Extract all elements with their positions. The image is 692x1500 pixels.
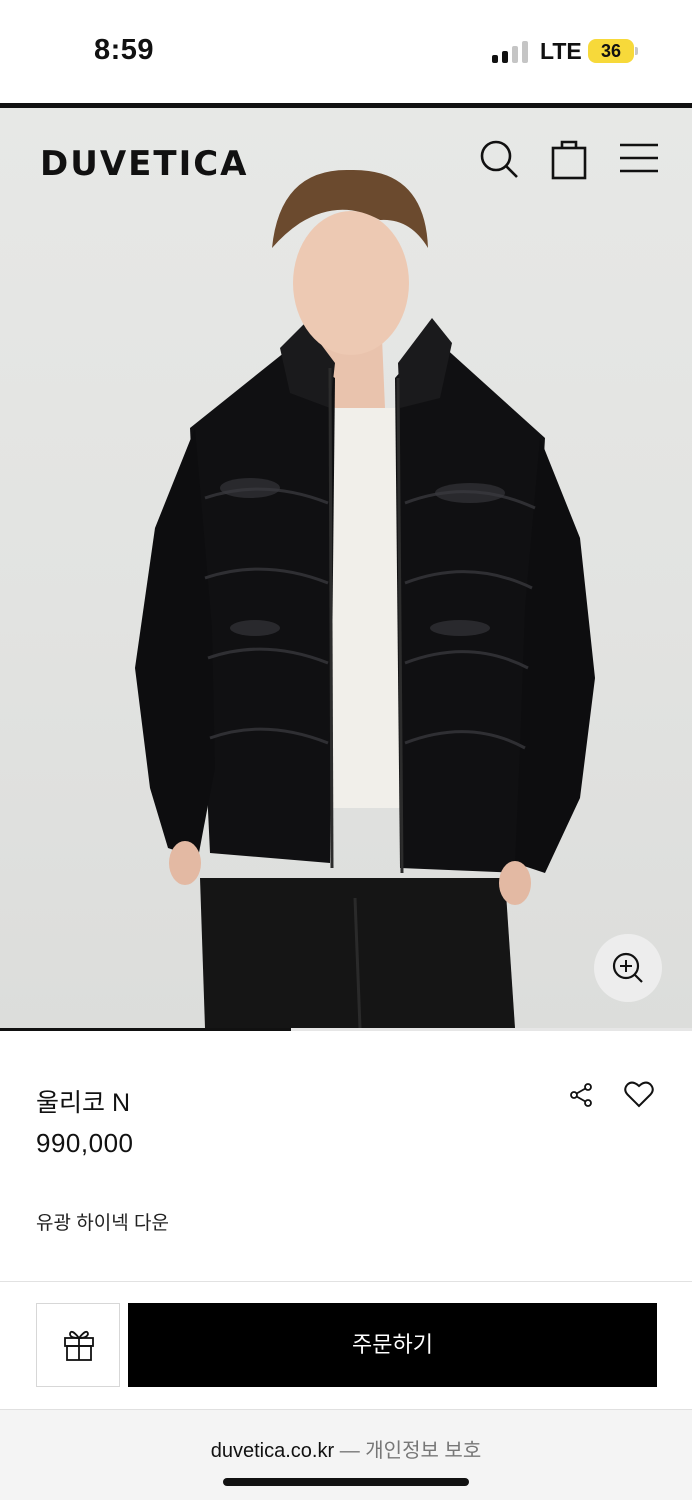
url-separator: — bbox=[334, 1440, 366, 1462]
network-type: LTE bbox=[540, 38, 582, 64]
heart-icon[interactable] bbox=[624, 1080, 654, 1113]
brand-logo[interactable]: DUVETICA bbox=[40, 144, 248, 184]
search-icon[interactable] bbox=[478, 138, 520, 185]
zoom-button[interactable] bbox=[594, 934, 662, 1002]
product-price: 990,000 bbox=[36, 1128, 134, 1158]
gallery-progress-fill bbox=[0, 1028, 291, 1031]
gift-icon bbox=[64, 1330, 94, 1361]
status-time: 8:59 bbox=[94, 34, 155, 66]
battery-indicator: 36 bbox=[588, 39, 634, 63]
shopping-bag-icon[interactable] bbox=[551, 138, 587, 185]
product-image[interactable]: DUVETICA bbox=[0, 108, 692, 1028]
product-photo bbox=[135, 169, 595, 1028]
order-button[interactable]: 주문하기 bbox=[128, 1303, 657, 1387]
share-icon[interactable] bbox=[568, 1082, 594, 1113]
gallery-progress bbox=[0, 1028, 692, 1031]
browser-url-bar[interactable]: duvetica.co.kr — 개인정보 보호 bbox=[0, 1409, 692, 1500]
status-bar: 8:59 LTE 36 bbox=[0, 0, 692, 104]
home-indicator[interactable] bbox=[223, 1478, 469, 1486]
signal-icon bbox=[492, 41, 528, 63]
url-text[interactable]: duvetica.co.kr — 개인정보 보호 bbox=[0, 1434, 692, 1463]
url-host: duvetica.co.kr bbox=[210, 1440, 335, 1462]
url-page-title: 개인정보 보호 bbox=[365, 1440, 482, 1462]
product-description: 유광 하이넥 다운 bbox=[36, 1213, 169, 1234]
gift-button[interactable] bbox=[36, 1303, 120, 1387]
zoom-in-icon bbox=[612, 952, 643, 983]
menu-icon[interactable] bbox=[620, 142, 658, 179]
battery-tip bbox=[635, 47, 638, 55]
product-name: 울리코 N bbox=[36, 1089, 131, 1117]
section-divider bbox=[0, 1281, 692, 1282]
